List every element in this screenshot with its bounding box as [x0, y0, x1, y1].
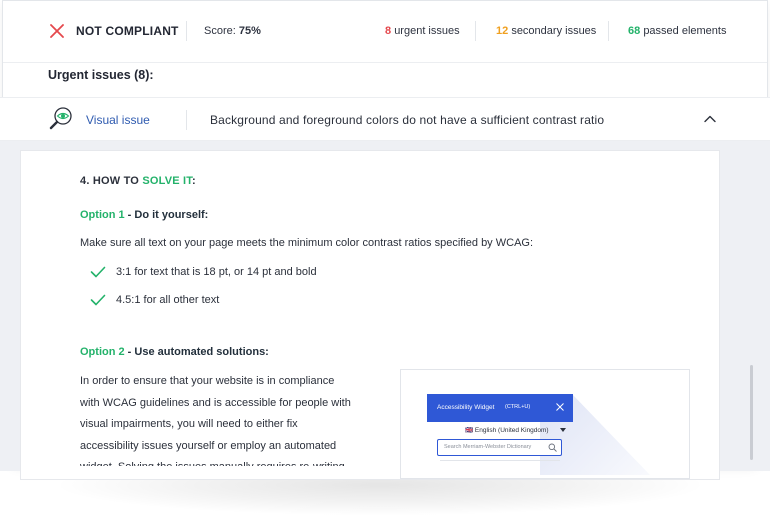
check-text: 3:1 for text that is 18 pt, or 14 pt and…: [116, 266, 317, 278]
heading-suffix: :: [192, 175, 196, 187]
search-icon: [548, 443, 557, 452]
widget-shortcut: (CTRL+U): [505, 404, 531, 410]
heading-prefix: 4. HOW TO: [80, 175, 143, 187]
passed-elements-count[interactable]: 68 passed elements: [628, 25, 726, 37]
magnifier-eye-icon: [49, 107, 72, 130]
close-x-icon: [50, 24, 64, 38]
scrollbar[interactable]: [750, 365, 753, 460]
passed-count: 68: [628, 25, 641, 37]
check-icon: [90, 266, 106, 278]
urgent-count: 8: [385, 25, 392, 37]
close-icon: [556, 403, 564, 411]
compliance-status: NOT COMPLIANT: [76, 24, 179, 38]
secondary-label: secondary issues: [511, 25, 597, 37]
check-item: 4.5:1 for all other text: [90, 291, 219, 309]
check-item: 3:1 for text that is 18 pt, or 14 pt and…: [90, 263, 317, 281]
paragraph-line: visual impairments, you will need to eit…: [80, 418, 298, 430]
issue-type: Visual issue: [86, 113, 150, 127]
passed-label: passed elements: [643, 25, 727, 37]
widget-search-field: Search Merriam-Webster Dictionary: [437, 439, 562, 456]
urgent-issues-count[interactable]: 8 urgent issues: [385, 25, 460, 37]
widget-search-placeholder: Search Merriam-Webster Dictionary: [444, 444, 532, 450]
option-1-description: Make sure all text on your page meets th…: [80, 237, 534, 249]
option-1-label: Option 1: [80, 209, 125, 221]
paragraph-line: with WCAG guidelines and is accessible f…: [80, 396, 351, 409]
option-2-paragraph: In order to ensure that your website is …: [80, 371, 380, 466]
check-icon: [90, 294, 106, 306]
urgent-issues-title: Urgent issues (8):: [48, 68, 154, 82]
divider: [186, 21, 187, 41]
secondary-count: 12: [496, 25, 509, 37]
widget-header: Accessibility Widget (CTRL+U): [427, 394, 573, 422]
heading-highlight: SOLVE IT: [142, 175, 192, 187]
paragraph-line: In order to ensure that your website is …: [80, 375, 335, 387]
issue-row[interactable]: Visual issue Background and foreground c…: [0, 97, 770, 141]
how-to-solve-heading: 4. HOW TO SOLVE IT:: [80, 175, 196, 187]
check-text: 4.5:1 for all other text: [116, 294, 220, 306]
paragraph-line: accessibility issues yourself or employ …: [80, 439, 337, 452]
paragraph-line: widget. Solving the issues manually requ…: [80, 457, 380, 466]
secondary-issues-count[interactable]: 12 secondary issues: [496, 25, 596, 37]
option-2-title: Option 2 - Use automated solutions:: [80, 346, 269, 358]
score: Score: 75%: [204, 25, 261, 37]
option-2-label: Option 2: [80, 346, 125, 358]
score-value: 75%: [238, 25, 261, 37]
divider: [186, 110, 187, 130]
score-label: Score:: [204, 25, 236, 37]
option-1-text: - Do it yourself:: [124, 209, 209, 221]
caret-down-icon: [560, 428, 566, 432]
chevron-up-icon[interactable]: [703, 112, 717, 126]
divider: [475, 21, 476, 41]
widget-language: 🇬🇧 English (United Kingdom): [465, 427, 549, 434]
option-2-text: - Use automated solutions:: [124, 346, 269, 358]
option-1-title: Option 1 - Do it yourself:: [80, 209, 208, 221]
widget-title: Accessibility Widget: [437, 404, 495, 411]
divider: [608, 21, 609, 41]
widget-divider: [440, 460, 560, 461]
issue-description: Background and foreground colors do not …: [210, 113, 605, 127]
urgent-label: urgent issues: [394, 25, 460, 37]
